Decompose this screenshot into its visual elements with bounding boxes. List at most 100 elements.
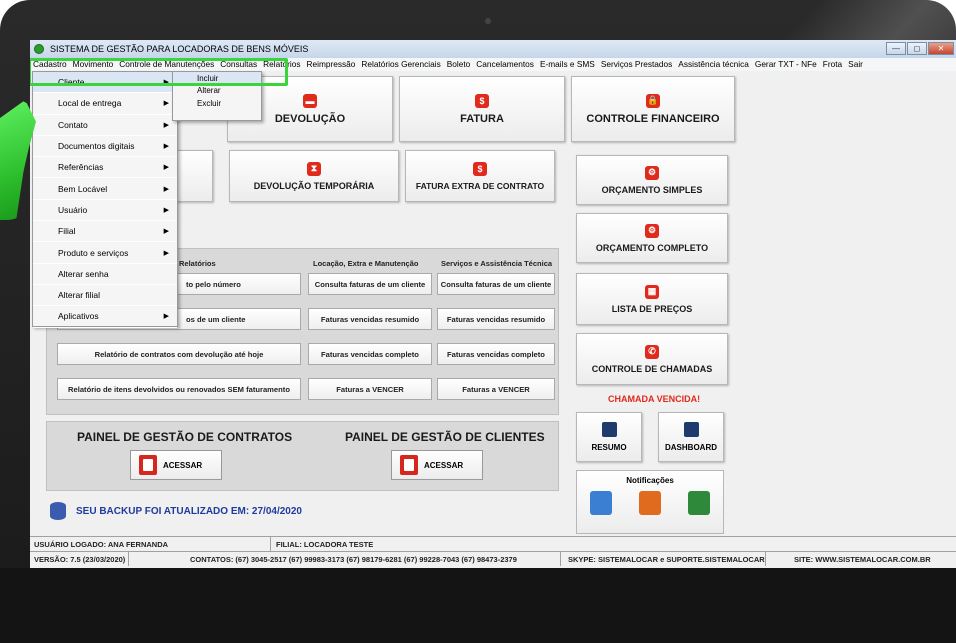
report-button[interactable]: Faturas a VENCER	[437, 378, 555, 400]
menu-servicos-prestados[interactable]: Serviços Prestados	[598, 58, 675, 71]
device-bottom-bezel	[0, 568, 956, 643]
painel-contratos-title: PAINEL DE GESTÃO DE CONTRATOS	[77, 430, 293, 444]
monitor-icon	[683, 422, 699, 437]
report-button[interactable]: Faturas vencidas resumido	[308, 308, 432, 330]
report-button[interactable]: Consulta faturas de um cliente	[437, 273, 555, 295]
divider	[128, 552, 129, 566]
menu-gerar-txt-nfe[interactable]: Gerar TXT - NFe	[752, 58, 820, 71]
dropdown-item-referencias[interactable]: Referências ▶	[33, 157, 177, 179]
orcamento-simples-button[interactable]: ⚙ ORÇAMENTO SIMPLES	[576, 155, 728, 205]
menu-frota[interactable]: Frota	[820, 58, 845, 71]
report-button[interactable]: Faturas vencidas completo	[308, 343, 432, 365]
fatura-label: FATURA	[460, 112, 504, 125]
menu-emails-sms[interactable]: E-mails e SMS	[537, 58, 598, 71]
divider	[765, 552, 766, 566]
fatura-extra-button[interactable]: $ FATURA EXTRA DE CONTRATO	[405, 150, 555, 202]
dropdown-item-label: Referências	[58, 162, 104, 173]
management-panels: PAINEL DE GESTÃO DE CONTRATOS PAINEL DE …	[46, 421, 559, 491]
orcamento-completo-label: ORÇAMENTO COMPLETO	[595, 242, 709, 253]
dropdown-item-aplicativos[interactable]: Aplicativos ▶	[33, 306, 177, 328]
backup-text: SEU BACKUP FOI ATUALIZADO EM: 27/04/2020	[76, 505, 302, 517]
notification-report-icon[interactable]	[687, 491, 710, 515]
report-button[interactable]: Relatório de itens devolvidos ou renovad…	[57, 378, 301, 400]
calculator-icon: ▦	[645, 284, 659, 299]
title-bar: SISTEMA DE GESTÃO PARA LOCADORAS DE BENS…	[30, 40, 956, 58]
status-bar-user: USUÁRIO LOGADO: ANA FERNANDA FILIAL: LOC…	[30, 536, 956, 551]
resumo-label: RESUMO	[591, 443, 627, 452]
minimize-button[interactable]: —	[886, 42, 906, 55]
dropdown-item-label: Produto e serviços	[58, 247, 129, 258]
report-button[interactable]: Faturas a VENCER	[308, 378, 432, 400]
painel-clientes-acessar-button[interactable]: ACESSAR	[391, 450, 483, 480]
menu-highlight-box	[30, 58, 288, 86]
dropdown-item-produto-servicos[interactable]: Produto e serviços ▶	[33, 242, 177, 264]
dollar-icon: $	[475, 93, 489, 108]
clipboard-icon	[601, 422, 617, 437]
close-button[interactable]: ✕	[928, 42, 954, 55]
dropdown-item-usuario[interactable]: Usuário ▶	[33, 200, 177, 222]
dropdown-item-label: Contato	[58, 119, 88, 130]
controle-chamadas-button[interactable]: ✆ CONTROLE DE CHAMADAS	[576, 333, 728, 385]
menu-boleto[interactable]: Boleto	[444, 58, 474, 71]
document-icon	[139, 455, 157, 475]
notificacoes-icons	[577, 491, 723, 515]
dropdown-item-documentos-digitais[interactable]: Documentos digitais ▶	[33, 136, 177, 158]
hourglass-icon: ⧗	[307, 161, 321, 176]
dropdown-item-label: Bem Locável	[58, 183, 108, 194]
database-icon	[50, 502, 66, 520]
divider	[560, 552, 561, 566]
menu-sair[interactable]: Sair	[845, 58, 866, 71]
divider	[270, 537, 271, 551]
dropdown-item-local-entrega[interactable]: Local de entrega ▶	[33, 93, 177, 115]
menu-cancelamentos[interactable]: Cancelamentos	[473, 58, 537, 71]
report-button[interactable]: Faturas vencidas completo	[437, 343, 555, 365]
resumo-button[interactable]: RESUMO	[576, 412, 642, 462]
devolucao-temporaria-button[interactable]: ⧗ DEVOLUÇÃO TEMPORÁRIA	[229, 150, 399, 202]
devolucao-icon: ▬	[303, 93, 317, 108]
chevron-right-icon: ▶	[163, 228, 169, 236]
chevron-right-icon: ▶	[163, 143, 169, 151]
dashboard-button[interactable]: DASHBOARD	[658, 412, 724, 462]
controle-financeiro-label: CONTROLE FINANCEIRO	[586, 112, 720, 125]
devolucao-temporaria-label: DEVOLUÇÃO TEMPORÁRIA	[253, 180, 375, 191]
orcamento-completo-button[interactable]: ⚙ ORÇAMENTO COMPLETO	[576, 213, 728, 263]
lista-precos-button[interactable]: ▦ LISTA DE PREÇOS	[576, 273, 728, 325]
notificacoes-box: Notificações	[576, 470, 724, 534]
fatura-button[interactable]: $ FATURA	[399, 76, 565, 142]
dropdown-item-label: Aplicativos	[58, 311, 99, 322]
dollar-icon: $	[473, 161, 487, 176]
dropdown-item-label: Alterar filial	[58, 290, 101, 301]
controle-financeiro-button[interactable]: 🔒 CONTROLE FINANCEIRO	[571, 76, 735, 142]
dropdown-item-filial[interactable]: Filial ▶	[33, 221, 177, 243]
dropdown-item-alterar-senha[interactable]: Alterar senha	[33, 264, 177, 285]
acessar-label: ACESSAR	[424, 460, 464, 470]
chevron-right-icon: ▶	[163, 121, 169, 129]
menu-relatorios-gerenciais[interactable]: Relatórios Gerenciais	[358, 58, 443, 71]
chevron-right-icon: ▶	[163, 313, 169, 321]
contatos: CONTATOS: (67) 3045-2517 (67) 99983-3173…	[190, 555, 517, 564]
menu-assistencia-tecnica[interactable]: Assistência técnica	[675, 58, 752, 71]
dropdown-item-bem-locavel[interactable]: Bem Locável ▶	[33, 178, 177, 200]
window-title: SISTEMA DE GESTÃO PARA LOCADORAS DE BENS…	[50, 44, 309, 54]
notification-document-icon[interactable]	[590, 491, 613, 515]
notification-edit-icon[interactable]	[638, 491, 661, 515]
camera-dot	[485, 18, 491, 24]
dropdown-item-contato[interactable]: Contato ▶	[33, 115, 177, 136]
report-button[interactable]: Faturas vencidas resumido	[437, 308, 555, 330]
filial-atual: FILIAL: LOCADORA TESTE	[276, 540, 374, 549]
dropdown-item-label: Documentos digitais	[58, 141, 135, 152]
dropdown-item-alterar-filial[interactable]: Alterar filial	[33, 285, 177, 307]
chevron-right-icon: ▶	[163, 206, 169, 214]
reports-header-locacao: Locação, Extra e Manutenção	[313, 259, 419, 268]
versao: VERSÃO: 7.5 (23/03/2020)	[34, 555, 126, 564]
gear-icon: ⚙	[645, 223, 659, 238]
report-button[interactable]: Relatório de contratos com devolução até…	[57, 343, 301, 365]
painel-contratos-acessar-button[interactable]: ACESSAR	[130, 450, 222, 480]
submenu-item-excluir[interactable]: Excluir	[173, 97, 261, 110]
maximize-button[interactable]: ◻	[907, 42, 927, 55]
users-search-icon	[400, 455, 418, 475]
lista-precos-label: LISTA DE PREÇOS	[611, 303, 693, 314]
report-button[interactable]: Consulta faturas de um cliente	[308, 273, 432, 295]
dropdown-item-label: Usuário	[58, 204, 88, 215]
menu-reimpressao[interactable]: Reimpressão	[304, 58, 359, 71]
